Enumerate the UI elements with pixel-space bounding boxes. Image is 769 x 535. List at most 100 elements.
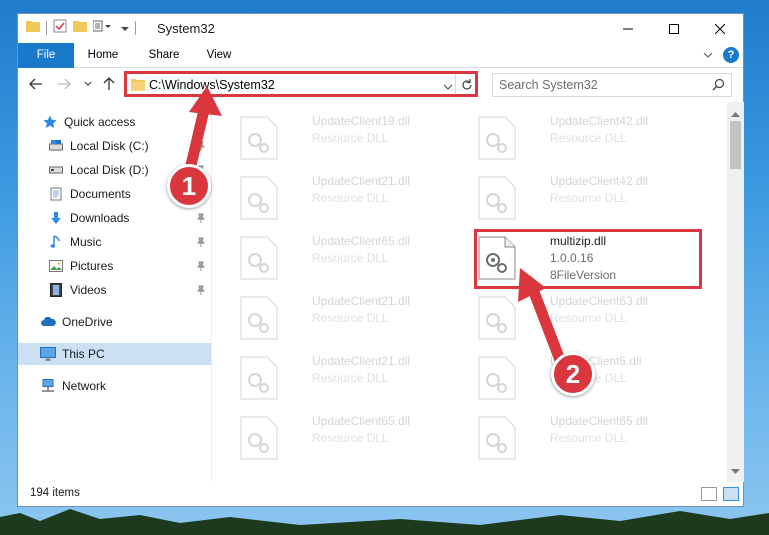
file-name: UpdateClient19.dll [312,114,411,128]
chevron-down-icon[interactable] [121,21,129,35]
sidebar-item-downloads[interactable]: Downloads [18,207,211,229]
sidebar-item-label: Videos [70,283,107,297]
scroll-down-icon[interactable] [731,464,740,478]
tiles-view-button[interactable] [723,487,739,501]
tab-view[interactable]: View [204,43,234,68]
maximize-button[interactable] [651,14,697,43]
computer-icon [40,346,56,362]
pin-icon[interactable] [196,284,206,298]
cloud-icon [40,314,56,330]
dll-file-icon [240,116,278,160]
back-button[interactable] [28,76,44,92]
sidebar-item-label: Quick access [64,115,136,129]
file-item[interactable]: UpdateClient21.dll Resource DLL [240,292,470,344]
tab-share[interactable]: Share [144,43,184,68]
pin-icon[interactable] [196,140,206,154]
download-icon [48,210,64,226]
file-type: Resource DLL [550,191,627,205]
sidebar-item-label: OneDrive [62,315,113,329]
file-item[interactable]: UpdateClient42.dll Resource DLL [478,112,708,164]
item-count: 194 items [30,487,80,499]
file-item[interactable]: UpdateClient19.dll Resource DLL [240,112,470,164]
file-type: Resource DLL [550,311,627,325]
sidebar-item-local-disk-c[interactable]: Local Disk (C:) [18,135,211,157]
back-arrow-icon [29,78,42,90]
quick-access-toolbar [26,19,136,36]
tab-home[interactable]: Home [85,43,121,68]
file-name: UpdateClient65.dll [312,414,411,428]
scroll-up-icon[interactable] [731,106,740,120]
minimize-icon [623,28,633,29]
details-view-button[interactable] [701,487,717,501]
sidebar-item-label: This PC [62,347,105,361]
vertical-scrollbar[interactable] [727,102,744,482]
dll-file-icon [240,236,278,280]
file-type: Resource DLL [312,431,389,445]
tab-file[interactable]: File [18,43,74,68]
minimize-button[interactable] [605,14,651,43]
separator [46,20,47,35]
view-toggle [701,487,739,501]
up-button[interactable] [101,76,117,92]
file-explorer-window: System32 File Home Share View ? C:\Windo… [17,13,744,507]
sidebar-item-quick-access[interactable]: Quick access [18,111,211,133]
pictures-icon [48,258,64,274]
title-bar: System32 [18,14,743,43]
forward-arrow-icon [58,78,71,90]
new-folder-icon[interactable] [73,20,87,35]
window-controls [605,14,743,43]
file-item[interactable]: UpdateClient65.dll Resource DLL [240,232,470,284]
help-icon[interactable]: ? [723,47,739,63]
search-box[interactable] [492,73,732,97]
dll-file-icon [240,416,278,460]
sidebar-item-music[interactable]: Music [18,231,211,253]
file-highlight-box [474,229,702,289]
close-icon [715,23,725,34]
address-highlight-box [124,71,478,97]
videos-icon [48,282,64,298]
sidebar-item-label: Documents [70,187,131,201]
file-item[interactable]: UpdateClient21.dll Resource DLL [240,172,470,224]
scrollbar-thumb[interactable] [730,121,741,169]
properties-icon[interactable] [53,19,67,36]
file-item[interactable]: UpdateClient63.dll Resource DLL [478,292,708,344]
pin-icon[interactable] [196,212,206,226]
sidebar-item-pictures[interactable]: Pictures [18,255,211,277]
file-name: UpdateClient65.dll [550,414,649,428]
star-icon [42,114,58,130]
sidebar-item-network[interactable]: Network [18,375,211,397]
customize-qat-icon[interactable] [92,20,115,35]
pin-icon[interactable] [196,236,206,250]
sidebar-item-label: Music [70,235,102,249]
file-item[interactable]: UpdateClient21.dll Resource DLL [240,352,470,404]
recent-locations-button[interactable] [80,76,96,92]
sidebar-item-label: Network [62,379,107,393]
documents-icon [48,186,64,202]
chevron-down-icon [84,81,92,86]
navigation-bar: C:\Windows\System32 [18,69,743,101]
dll-file-icon [240,296,278,340]
file-name: UpdateClient65.dll [312,234,411,248]
pin-icon[interactable] [196,260,206,274]
dll-file-icon [240,356,278,400]
sidebar-item-label: Pictures [70,259,114,273]
file-item[interactable]: UpdateClient65.dll Resource DLL [240,412,470,464]
sidebar-item-this-pc[interactable]: This PC [18,343,211,365]
status-bar: 194 items [18,482,743,507]
sidebar-item-videos[interactable]: Videos [18,279,211,301]
ribbon-right-controls: ? [703,47,739,63]
sidebar-item-onedrive[interactable]: OneDrive [18,311,211,333]
forward-button[interactable] [56,76,72,92]
file-item[interactable]: UpdateClient65.dll Resource DLL [478,412,708,464]
search-icon[interactable] [712,78,725,94]
sidebar-item-label: Local Disk (D:) [70,163,149,177]
expand-ribbon-icon[interactable] [703,48,713,62]
close-button[interactable] [697,14,743,43]
file-type: Resource DLL [550,131,627,145]
search-input[interactable] [493,74,703,96]
dll-file-icon [478,116,516,160]
file-item[interactable]: UpdateClient42.dll Resource DLL [478,172,708,224]
file-type: Resource DLL [312,131,389,145]
separator [135,20,136,35]
file-name: UpdateClient42.dll [550,174,649,188]
